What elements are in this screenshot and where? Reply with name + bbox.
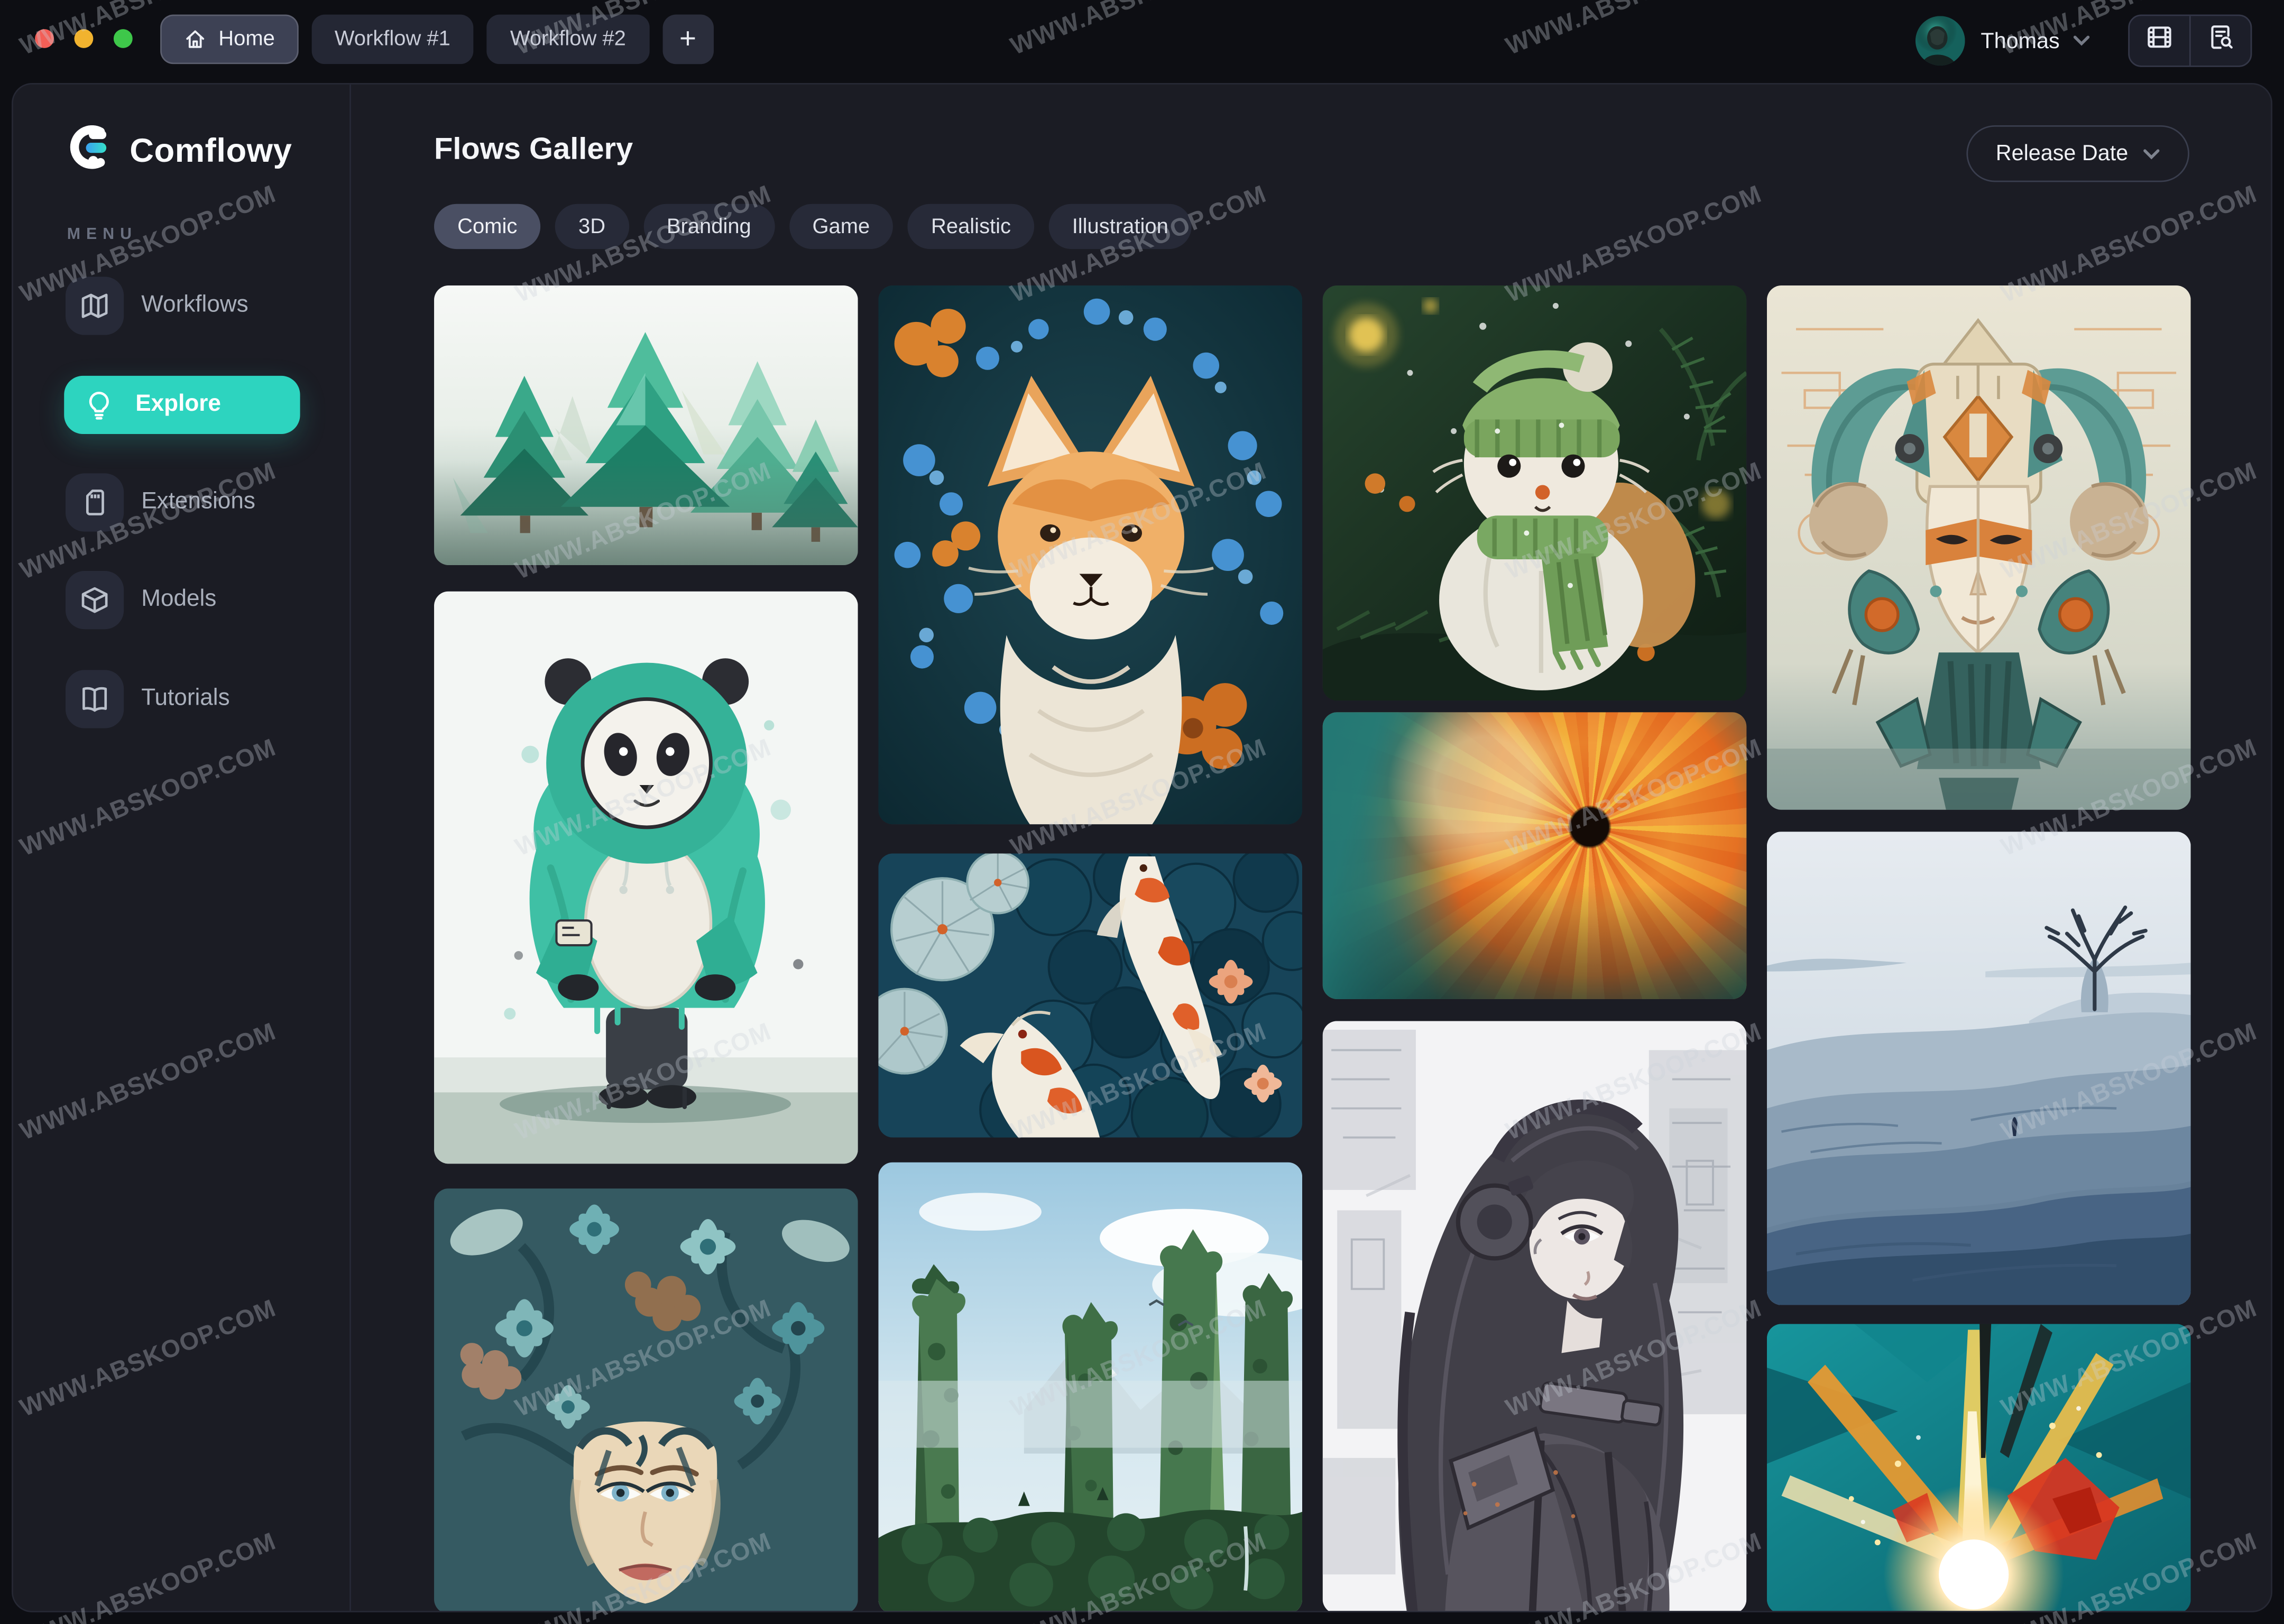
logo[interactable]: Comflowy	[68, 125, 292, 176]
gallery-image-fox	[878, 285, 1302, 824]
new-tab-button[interactable]: +	[662, 15, 713, 64]
titlebar-right: Thomas	[1915, 13, 2252, 69]
gallery-card-cyberpunk-girl[interactable]	[1323, 1021, 1747, 1612]
gallery-card-fox[interactable]	[878, 285, 1302, 824]
tab-label: Home	[218, 27, 275, 51]
filter-chip-illustration[interactable]: Illustration	[1049, 204, 1192, 249]
gallery-image-explosion	[1767, 1324, 2191, 1612]
tab-label: Workflow #1	[335, 27, 450, 51]
lightbulb-icon	[83, 389, 115, 421]
titlebar: Home Workflow #1 Workflow #2 +	[0, 0, 2284, 83]
map-icon	[66, 276, 124, 335]
gallery-image-koi	[878, 853, 1302, 1137]
gallery-card-pine-forest[interactable]	[434, 285, 858, 565]
sidebar-item-models[interactable]: Models	[13, 571, 351, 629]
tab-workflow-1[interactable]: Workflow #1	[311, 15, 474, 64]
sidebar-item-label: Models	[141, 587, 216, 613]
sort-by-release-date-button[interactable]: Release Date	[1967, 125, 2189, 182]
avatar[interactable]	[1915, 16, 1965, 66]
gallery-image-mountains	[878, 1162, 1302, 1612]
gallery-card-explosion[interactable]	[1767, 1324, 2191, 1612]
chip-label: Illustration	[1072, 215, 1168, 238]
chip-label: Comic	[457, 215, 517, 238]
minimize-window-button[interactable]	[75, 29, 94, 48]
chevron-down-icon[interactable]	[2073, 35, 2090, 47]
comflowy-logo-icon	[68, 125, 112, 176]
chip-label: Realistic	[931, 215, 1011, 238]
gallery-card-winter-squirrel[interactable]	[1323, 285, 1747, 700]
zoom-window-button[interactable]	[114, 29, 133, 48]
gallery-card-koi[interactable]	[878, 853, 1302, 1137]
gallery-image-winter-squirrel	[1323, 285, 1747, 700]
gallery-image-dahlia	[1323, 712, 1747, 999]
gallery-image-cyberpunk-girl	[1323, 1021, 1747, 1612]
tab-label: Workflow #2	[510, 27, 626, 51]
filter-chip-branding[interactable]: Branding	[643, 204, 775, 249]
gallery-image-flower-woman	[434, 1188, 858, 1612]
sidebar-item-explore[interactable]: Explore	[64, 376, 300, 434]
sidebar-item-extensions[interactable]: Extensions	[13, 473, 351, 531]
sidebar-item-label: Workflows	[141, 293, 248, 319]
tab-bar: Home Workflow #1 Workflow #2 +	[160, 15, 713, 64]
chevron-down-icon	[2143, 148, 2160, 160]
sidebar-item-tutorials[interactable]: Tutorials	[13, 670, 351, 728]
gallery-card-flower-woman[interactable]	[434, 1188, 858, 1612]
page-title: Flows Gallery	[434, 133, 633, 168]
tab-workflow-2[interactable]: Workflow #2	[487, 15, 649, 64]
sidebar: Comflowy MENU Workflows	[13, 85, 351, 1611]
gallery-card-panda[interactable]	[434, 592, 858, 1164]
gallery-card-misty-dunes[interactable]	[1767, 832, 2191, 1305]
media-library-button[interactable]	[2130, 16, 2189, 66]
app-window: Home Workflow #1 Workflow #2 +	[0, 0, 2284, 1624]
sd-card-icon	[66, 473, 124, 531]
sidebar-item-label: Extensions	[141, 490, 255, 516]
gallery-card-mountains[interactable]	[878, 1162, 1302, 1612]
tab-home[interactable]: Home	[160, 15, 298, 64]
box-icon	[66, 571, 124, 629]
document-search-icon	[2207, 23, 2234, 58]
user-name: Thomas	[1981, 29, 2059, 53]
menu-section-label: MENU	[67, 226, 137, 243]
main-content: Flows Gallery Release Date Comic 3D Bran…	[353, 85, 2272, 1611]
gallery-image-mask	[1767, 285, 2191, 810]
filter-chip-realistic[interactable]: Realistic	[908, 204, 1034, 249]
logo-text: Comflowy	[130, 131, 292, 170]
gallery-card-mask[interactable]	[1767, 285, 2191, 810]
film-icon	[2145, 23, 2173, 58]
chip-label: Branding	[667, 215, 751, 238]
chip-label: Game	[812, 215, 870, 238]
filter-chip-3d[interactable]: 3D	[555, 204, 629, 249]
gallery-image-panda	[434, 592, 858, 1164]
sidebar-item-label: Explore	[135, 392, 221, 418]
gallery-image-pine-forest	[434, 285, 858, 565]
plus-icon: +	[679, 23, 696, 56]
sort-button-label: Release Date	[1996, 141, 2128, 166]
filter-chip-comic[interactable]: Comic	[434, 204, 540, 249]
book-icon	[66, 670, 124, 728]
chip-label: 3D	[578, 215, 605, 238]
window-controls	[35, 29, 133, 48]
gallery-image-misty-dunes	[1767, 832, 2191, 1305]
gallery-card-dahlia[interactable]	[1323, 712, 1747, 999]
titlebar-action-group	[2128, 15, 2252, 67]
filter-chip-row: Comic 3D Branding Game Realistic Illustr…	[434, 204, 1192, 249]
home-icon	[183, 27, 207, 51]
sidebar-item-workflows[interactable]: Workflows	[13, 276, 351, 335]
filter-chip-game[interactable]: Game	[789, 204, 893, 249]
app-panel: Comflowy MENU Workflows	[12, 83, 2272, 1612]
document-search-button[interactable]	[2189, 16, 2251, 66]
sidebar-item-label: Tutorials	[141, 686, 229, 713]
close-window-button[interactable]	[35, 29, 54, 48]
